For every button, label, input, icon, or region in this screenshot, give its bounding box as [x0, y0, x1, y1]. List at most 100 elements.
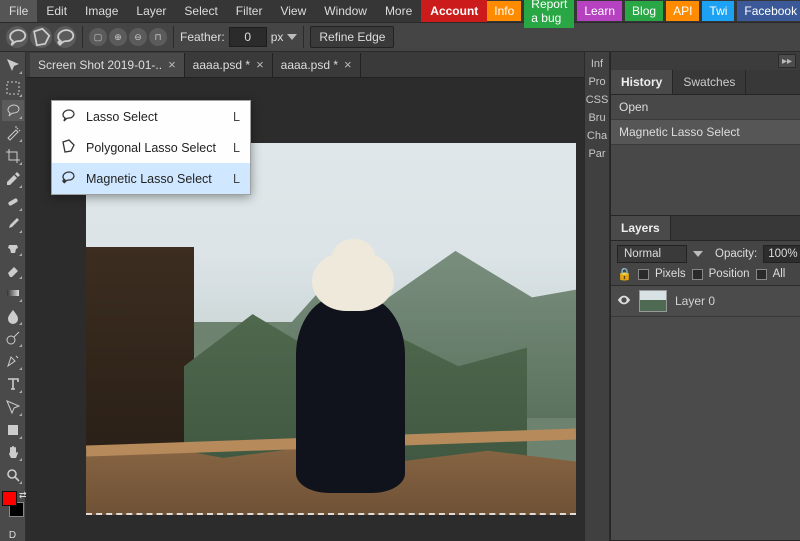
tool-hand[interactable]: [2, 442, 24, 464]
canvas-image[interactable]: [86, 143, 576, 515]
badge-fb[interactable]: Facebook: [737, 1, 800, 21]
separator: [303, 26, 304, 48]
sel-int-icon[interactable]: ⊓: [149, 28, 167, 46]
menu-edit[interactable]: Edit: [37, 0, 76, 22]
close-icon[interactable]: ×: [256, 60, 264, 70]
lasso-mode-poly-icon[interactable]: [30, 26, 52, 48]
lock-pixels-checkbox[interactable]: [638, 269, 649, 280]
badge-learn[interactable]: Learn: [577, 1, 622, 21]
tool-blur[interactable]: [2, 305, 24, 327]
layers-panel: Layers Normal Opacity: 100% 🔒 Pixels Pos…: [611, 216, 800, 541]
refine-edge-button[interactable]: Refine Edge: [310, 26, 394, 48]
canvas-area: Screen Shot 2019-01-..×aaaa.psd *×aaaa.p…: [26, 52, 584, 541]
tool-type[interactable]: [2, 373, 24, 395]
history-row[interactable]: Magnetic Lasso Select: [611, 120, 800, 145]
swap-colors-icon[interactable]: ⇄: [19, 490, 27, 501]
poly-icon: [60, 138, 76, 157]
collapsed-panel-bru[interactable]: Bru: [588, 112, 605, 124]
sel-sub-icon[interactable]: ⊖: [129, 28, 147, 46]
badge-bug[interactable]: Report a bug: [524, 0, 574, 28]
color-swatches[interactable]: ⇄: [2, 491, 24, 517]
menu-select[interactable]: Select: [175, 0, 226, 22]
collapsed-panel-strip: Inf Pro CSS Bru Cha Par: [584, 52, 610, 541]
tool-zoom[interactable]: [2, 464, 24, 486]
foreground-color-swatch[interactable]: [2, 491, 17, 506]
tool-lasso[interactable]: [2, 100, 24, 122]
tab-swatches[interactable]: Swatches: [673, 70, 746, 94]
flyout-item-lasso[interactable]: Lasso SelectL: [52, 101, 250, 132]
layer-thumbnail[interactable]: [639, 290, 667, 312]
blend-mode-select[interactable]: Normal: [617, 245, 687, 263]
document-tabstrip: Screen Shot 2019-01-..×aaaa.psd *×aaaa.p…: [26, 52, 584, 78]
tool-marquee[interactable]: [2, 77, 24, 99]
toolbox: ⇄D: [0, 52, 26, 541]
menubar-right: InfoReport a bugLearnBlogAPITwiFacebook: [487, 0, 800, 22]
options-bar: ▢ ⊕ ⊖ ⊓ Feather: 0 px Refine Edge: [0, 22, 800, 52]
chevron-down-icon[interactable]: [287, 34, 297, 40]
tool-clone[interactable]: [2, 236, 24, 258]
menu-account[interactable]: Account: [421, 0, 487, 22]
lock-all-checkbox[interactable]: [756, 269, 767, 280]
document-tab-label: aaaa.psd *: [193, 58, 250, 72]
tool-wand[interactable]: [2, 122, 24, 144]
lasso-mode-free-icon[interactable]: [6, 26, 28, 48]
document-tab[interactable]: aaaa.psd * ×: [185, 53, 273, 77]
sel-new-icon[interactable]: ▢: [89, 28, 107, 46]
feather-label: Feather:: [180, 30, 225, 44]
menu-window[interactable]: Window: [315, 0, 376, 22]
collapsed-panel-pro[interactable]: Pro: [588, 76, 605, 88]
chevron-down-icon[interactable]: [693, 251, 703, 257]
menu-filter[interactable]: Filter: [227, 0, 272, 22]
menu-more[interactable]: More: [376, 0, 421, 22]
tool-eraser[interactable]: [2, 259, 24, 281]
layer-row[interactable]: Layer 0: [611, 286, 800, 317]
history-row[interactable]: Open: [611, 95, 800, 120]
tool-move[interactable]: [2, 54, 24, 76]
lock-position-checkbox[interactable]: [692, 269, 703, 280]
layer-name[interactable]: Layer 0: [675, 294, 715, 308]
sel-add-icon[interactable]: ⊕: [109, 28, 127, 46]
tool-brush[interactable]: [2, 214, 24, 236]
flyout-item-poly[interactable]: Polygonal Lasso SelectL: [52, 132, 250, 163]
menu-layer[interactable]: Layer: [127, 0, 175, 22]
tool-eyedropper[interactable]: [2, 168, 24, 190]
layers-list: Layer 0: [611, 286, 800, 317]
panel-collapse-button[interactable]: ▸▸: [778, 54, 796, 68]
default-colors-label[interactable]: D: [9, 530, 16, 541]
menu-view[interactable]: View: [271, 0, 315, 22]
tool-crop[interactable]: [2, 145, 24, 167]
tool-shape[interactable]: [2, 419, 24, 441]
tool-dodge[interactable]: [2, 328, 24, 350]
feather-field: Feather: 0 px: [180, 27, 297, 47]
visibility-toggle-icon[interactable]: [617, 293, 631, 310]
collapsed-panel-cha[interactable]: Cha: [587, 130, 607, 142]
lasso-icon: [60, 107, 76, 126]
badge-twi[interactable]: Twi: [702, 1, 734, 21]
tool-pen[interactable]: [2, 350, 24, 372]
collapsed-panel-par[interactable]: Par: [588, 148, 605, 160]
mag-icon: [60, 169, 76, 188]
close-icon[interactable]: ×: [344, 60, 352, 70]
menu-file[interactable]: File: [0, 0, 37, 22]
menu-image[interactable]: Image: [76, 0, 127, 22]
badge-api[interactable]: API: [666, 1, 699, 21]
tab-layers[interactable]: Layers: [611, 216, 671, 240]
menubar: FileEditImageLayerSelectFilterViewWindow…: [0, 0, 800, 22]
flyout-item-mag[interactable]: Magnetic Lasso SelectL: [52, 163, 250, 194]
tool-gradient[interactable]: [2, 282, 24, 304]
document-tab[interactable]: aaaa.psd *×: [273, 53, 361, 77]
document-tab[interactable]: Screen Shot 2019-01-..×: [30, 53, 185, 77]
opacity-value-input[interactable]: 100%: [763, 245, 800, 263]
collapsed-panel-inf[interactable]: Inf: [591, 58, 603, 70]
tool-path[interactable]: [2, 396, 24, 418]
collapsed-panel-css[interactable]: CSS: [586, 94, 609, 106]
badge-blog[interactable]: Blog: [625, 1, 663, 21]
lasso-mode-mag-icon[interactable]: [54, 26, 76, 48]
separator: [173, 26, 174, 48]
tab-history[interactable]: History: [611, 70, 673, 94]
flyout-item-shortcut: L: [233, 141, 240, 155]
tool-heal[interactable]: [2, 191, 24, 213]
close-icon[interactable]: ×: [168, 60, 176, 70]
badge-info[interactable]: Info: [487, 1, 521, 21]
feather-value-input[interactable]: 0: [229, 27, 267, 47]
